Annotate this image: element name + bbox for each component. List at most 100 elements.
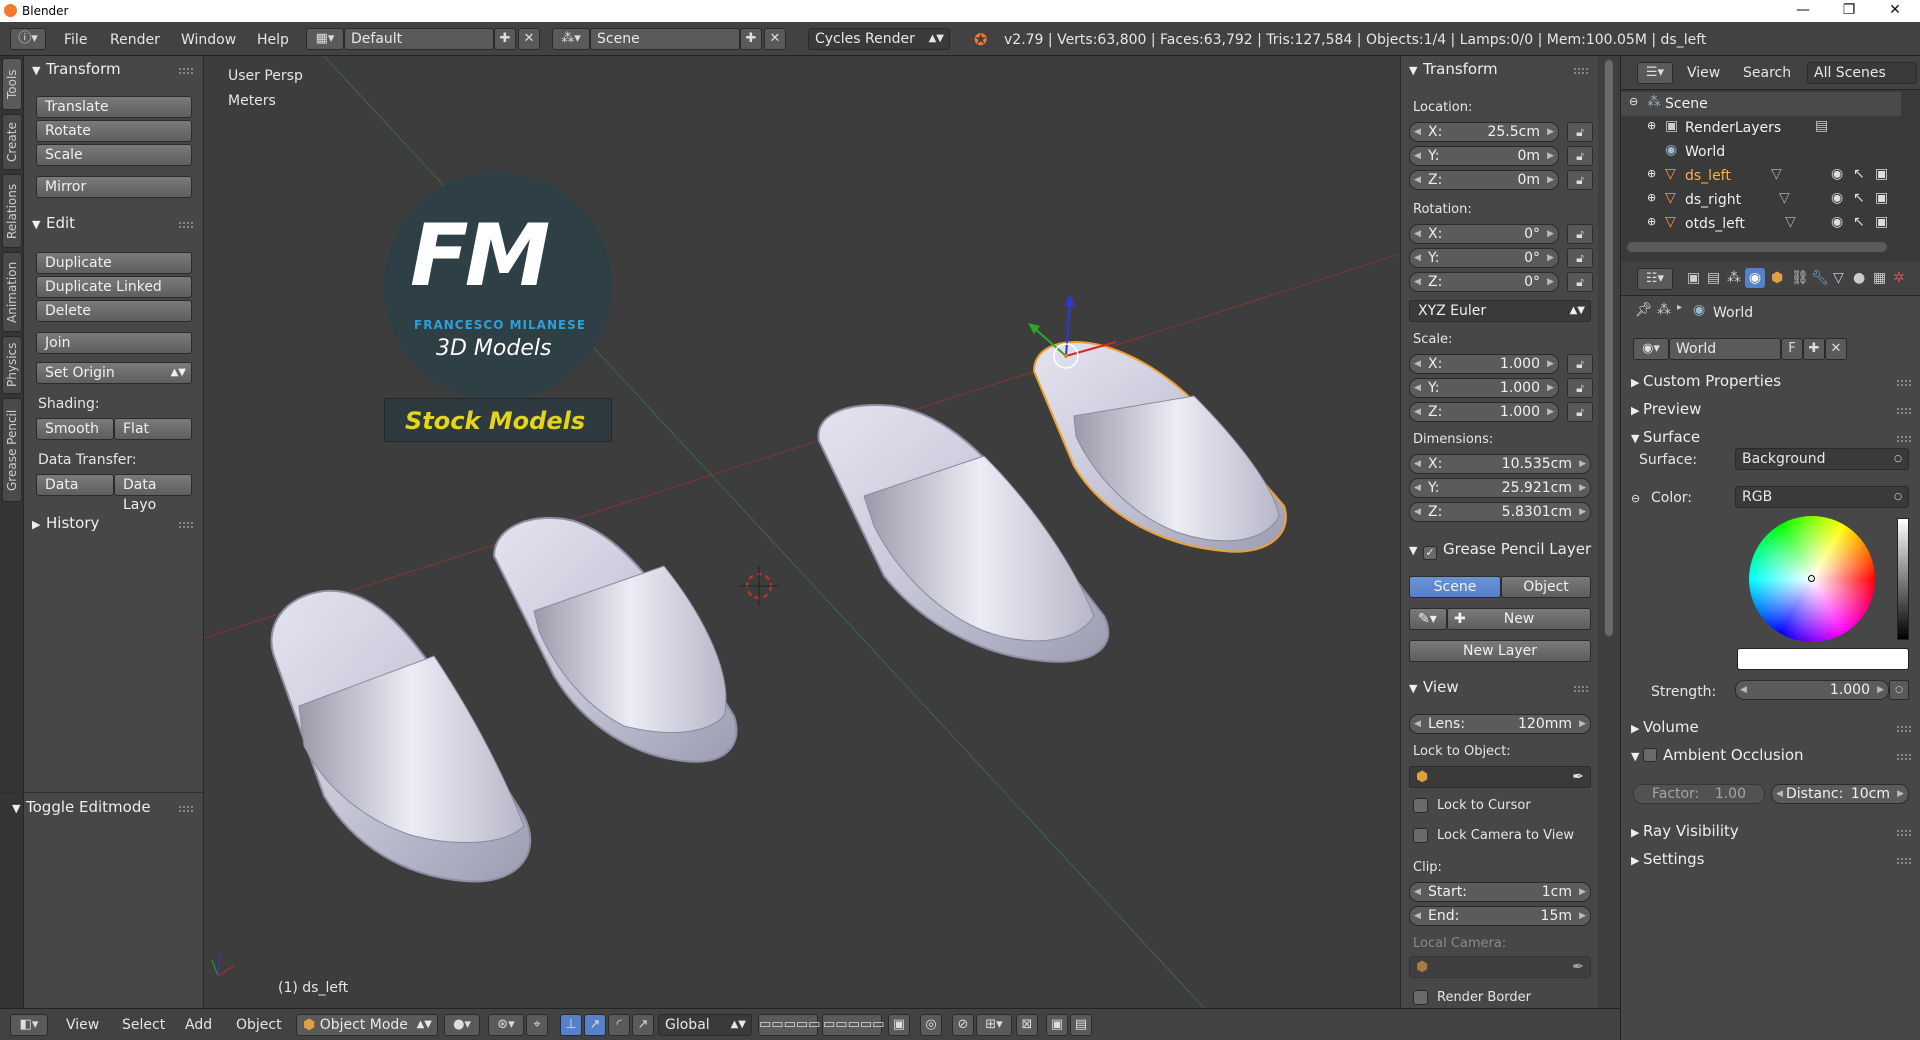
- ambient-occlusion-section[interactable]: ▼ Ambient Occlusion: [1631, 746, 1804, 764]
- outliner-row-ds-right[interactable]: ⊕ ▽ ds_right ▽ ◉ ↖ ▣: [1621, 188, 1901, 212]
- grease-pencil-layer-header[interactable]: ▼ ✓ Grease Pencil Layer: [1409, 540, 1593, 560]
- view-panel-header[interactable]: ▼ View: [1409, 678, 1459, 696]
- snap-target-icon[interactable]: ⊠: [1016, 1014, 1038, 1036]
- outliner-search-menu[interactable]: Search: [1743, 65, 1791, 81]
- proportional-edit-icon[interactable]: ◎: [920, 1014, 942, 1036]
- panel-grip-icon[interactable]: [179, 806, 193, 812]
- translate-button[interactable]: Translate: [36, 96, 192, 118]
- pin-icon[interactable]: 📌︎: [1635, 302, 1653, 318]
- properties-editor-type-icon[interactable]: ☷▾: [1637, 268, 1673, 290]
- surface-section[interactable]: ▼ Surface: [1631, 428, 1700, 446]
- outliner-row-renderlayers[interactable]: ⊕ ▣ RenderLayers ▤: [1621, 116, 1901, 140]
- scale-y-field[interactable]: ◀ Y: 1.000 ▶: [1409, 378, 1559, 398]
- gp-scene-toggle[interactable]: Scene: [1409, 576, 1501, 598]
- lock-camera-checkbox[interactable]: [1413, 828, 1428, 843]
- lock-icon[interactable]: 🔓︎: [1567, 122, 1593, 142]
- rotation-z-field[interactable]: ◀ Z: 0° ▶: [1409, 272, 1559, 292]
- menu-object[interactable]: Object: [236, 1017, 282, 1033]
- dimension-y-field[interactable]: ◀ Y: 25.921cm ▶: [1409, 478, 1591, 498]
- ray-visibility-section[interactable]: ▶ Ray Visibility: [1631, 822, 1739, 840]
- rotate-manipulator-icon[interactable]: ↗: [584, 1014, 606, 1036]
- toggle-editmode-header[interactable]: ▼ Toggle Editmode: [12, 798, 151, 816]
- color-wheel[interactable]: [1749, 516, 1875, 642]
- render-border-checkbox[interactable]: [1413, 990, 1428, 1005]
- duplicate-button[interactable]: Duplicate: [36, 252, 192, 274]
- edit-panel-header[interactable]: ▼ Edit: [32, 214, 75, 232]
- tab-grease-pencil[interactable]: Grease Pencil: [2, 398, 22, 502]
- scene-tab-icon[interactable]: ⁂: [1727, 270, 1741, 286]
- menu-render[interactable]: Render: [110, 32, 160, 48]
- color-value-slider[interactable]: [1897, 518, 1909, 640]
- rotate-button[interactable]: Rotate: [36, 120, 192, 142]
- lock-icon[interactable]: 🔓︎: [1567, 224, 1593, 244]
- fake-user-button[interactable]: F: [1781, 338, 1803, 360]
- outliner-row-otds-left[interactable]: ⊕ ▽ otds_left ▽ ◉ ↖ ▣: [1621, 212, 1901, 236]
- menu-add[interactable]: Add: [185, 1017, 212, 1033]
- lock-object-field[interactable]: ⬢ ✒: [1409, 766, 1591, 788]
- gp-new-button[interactable]: ✚ New: [1447, 608, 1591, 630]
- world-browse-icon[interactable]: ◉▾: [1633, 338, 1669, 360]
- 3d-cursor-icon[interactable]: [739, 566, 779, 606]
- outliner-view-menu[interactable]: View: [1687, 65, 1720, 81]
- scene-icon[interactable]: ⁂▾: [552, 28, 590, 50]
- expand-icon[interactable]: ⊕: [1647, 191, 1656, 204]
- color-link-icon[interactable]: ⊖: [1631, 492, 1640, 505]
- lock-icon[interactable]: 🔓︎: [1567, 248, 1593, 268]
- select-arrow-icon[interactable]: ↖: [1853, 190, 1865, 206]
- lock-icon[interactable]: 🔓︎: [1567, 378, 1593, 398]
- dimension-x-field[interactable]: ◀ X: 10.535cm ▶: [1409, 454, 1591, 474]
- volume-section[interactable]: ▶ Volume: [1631, 718, 1699, 736]
- gp-layer-checkbox[interactable]: ✓: [1423, 546, 1437, 560]
- strength-link-icon[interactable]: ○: [1889, 680, 1909, 700]
- scale-manipulator-icon[interactable]: ↗: [632, 1014, 654, 1036]
- minimize-button[interactable]: —: [1780, 0, 1826, 22]
- tab-physics[interactable]: Physics: [2, 336, 22, 394]
- expand-icon[interactable]: ⊕: [1647, 167, 1656, 180]
- layers-block-1-icon[interactable]: ▭▭▭▭▭: [758, 1014, 820, 1036]
- snap-toggle-icon[interactable]: ⊘: [952, 1014, 974, 1036]
- transform-panel-header[interactable]: ▼ Transform: [32, 60, 121, 78]
- modifiers-tab-icon[interactable]: 🔧︎: [1811, 270, 1829, 286]
- material-tab-icon[interactable]: ●: [1853, 270, 1865, 286]
- outliner-row-world[interactable]: ◉ World: [1621, 140, 1901, 164]
- custom-properties-section[interactable]: ▶ Custom Properties: [1631, 372, 1781, 390]
- menu-file[interactable]: File: [64, 32, 87, 48]
- color-swatch[interactable]: [1737, 648, 1909, 670]
- menu-select[interactable]: Select: [122, 1017, 165, 1033]
- lock-icon[interactable]: 🔓︎: [1567, 354, 1593, 374]
- dimension-z-field[interactable]: ◀ Z: 5.8301cm ▶: [1409, 502, 1591, 522]
- pivot-point-icon[interactable]: ⊛▾: [488, 1014, 524, 1036]
- ao-distance-field[interactable]: ◀ Distanc: 10cm ▶: [1771, 784, 1909, 804]
- surface-select[interactable]: Background ○: [1735, 448, 1909, 470]
- particles-tab-icon[interactable]: ✲: [1893, 270, 1905, 286]
- outliner-row-scene[interactable]: ⊖ ⁂ Scene: [1621, 92, 1901, 116]
- outliner-filter-select[interactable]: All Scenes: [1807, 62, 1917, 84]
- panel-grip-icon[interactable]: [1897, 408, 1911, 414]
- scale-z-field[interactable]: ◀ Z: 1.000 ▶: [1409, 402, 1559, 422]
- outliner-hscrollbar[interactable]: [1627, 242, 1887, 252]
- scene-field[interactable]: Scene: [590, 28, 740, 50]
- scale-button[interactable]: Scale: [36, 144, 192, 166]
- panel-grip-icon[interactable]: [1897, 380, 1911, 386]
- remove-scene-icon[interactable]: ✕: [764, 28, 786, 50]
- outliner-editor-type-icon[interactable]: ☰▾: [1637, 62, 1673, 84]
- panel-grip-icon[interactable]: [179, 222, 193, 228]
- tab-relations[interactable]: Relations: [2, 174, 22, 248]
- location-y-field[interactable]: ◀ Y: 0m ▶: [1409, 146, 1559, 166]
- translate-manipulator-icon[interactable]: ⊥: [560, 1014, 582, 1036]
- history-panel-header[interactable]: ▶ History: [32, 514, 99, 532]
- close-window-button[interactable]: ✕: [1872, 0, 1918, 22]
- render-animation-icon[interactable]: ▤: [1070, 1014, 1092, 1036]
- visibility-eye-icon[interactable]: ◉: [1831, 190, 1843, 206]
- panel-grip-icon[interactable]: [1574, 686, 1588, 692]
- panel-grip-icon[interactable]: [179, 68, 193, 74]
- add-scene-icon[interactable]: ✚: [740, 28, 762, 50]
- tab-tools[interactable]: Tools: [2, 58, 22, 110]
- panel-grip-icon[interactable]: [1897, 726, 1911, 732]
- collapse-icon[interactable]: ⊖: [1629, 95, 1638, 108]
- data-layout-button[interactable]: Data Layo: [114, 474, 192, 513]
- clip-end-field[interactable]: ◀ End: 15m ▶: [1409, 906, 1591, 926]
- data-transfer-button[interactable]: Data: [36, 474, 114, 496]
- lens-field[interactable]: ◀ Lens: 120mm ▶: [1409, 714, 1591, 734]
- render-engine-select[interactable]: Cycles Render ▲▼: [808, 28, 950, 50]
